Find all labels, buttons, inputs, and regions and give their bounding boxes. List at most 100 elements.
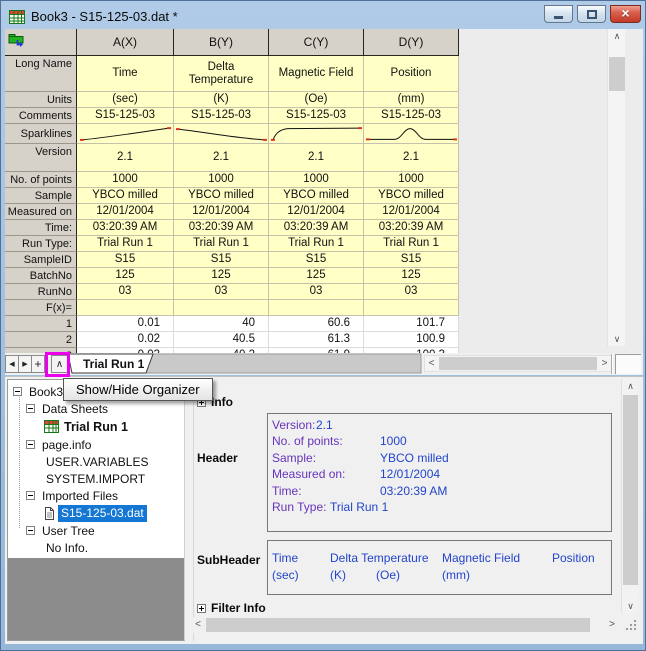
row-header-cell[interactable]: Sample (5, 188, 77, 204)
data-cell[interactable]: 0.02 (77, 332, 174, 348)
data-cell[interactable]: 100.9 (364, 332, 459, 348)
row-header-cell[interactable]: RunNo (5, 284, 77, 300)
data-cell[interactable]: S15-125-03 (77, 108, 174, 124)
row-header-cell[interactable]: BatchNo (5, 268, 77, 284)
worksheet-vertical-scrollbar[interactable] (607, 29, 625, 346)
data-cell[interactable]: S15-125-03 (269, 108, 364, 124)
data-cell[interactable] (364, 300, 459, 316)
tree-item-trial-run-1[interactable]: Trial Run 1 (8, 417, 184, 436)
data-cell[interactable]: (mm) (364, 92, 459, 108)
row-header-cell[interactable]: Measured on (5, 204, 77, 220)
data-cell[interactable] (174, 300, 269, 316)
data-cell[interactable]: 03:20:39 AM (269, 220, 364, 236)
column-header-b[interactable]: B(Y) (174, 29, 269, 56)
organizer-horizontal-scrollbar[interactable] (191, 617, 619, 633)
tree-item-s15-125-03-dat[interactable]: S15-125-03.dat (8, 504, 184, 522)
scrollbar-thumb[interactable] (206, 618, 590, 632)
tree-item-system-import[interactable]: SYSTEM.IMPORT (8, 470, 184, 487)
collapse-minus-icon[interactable] (26, 491, 35, 500)
tree-item-page-info[interactable]: page.info (8, 436, 184, 453)
data-cell[interactable]: 125 (364, 268, 459, 284)
row-header-cell[interactable]: F(x)= (5, 300, 77, 316)
add-sheet-button[interactable]: + (31, 355, 45, 373)
data-cell[interactable]: Trial Run 1 (77, 236, 174, 252)
data-cell[interactable]: 0.01 (77, 316, 174, 332)
corner-select-all-cell[interactable] (5, 29, 77, 56)
scroll-right-icon[interactable] (605, 617, 619, 633)
tree-item-user-tree[interactable]: User Tree (8, 522, 184, 539)
data-cell[interactable]: (Oe) (269, 92, 364, 108)
data-cell[interactable]: 03 (77, 284, 174, 300)
data-cell[interactable]: 2.1 (77, 144, 174, 172)
data-cell[interactable]: S15 (364, 252, 459, 268)
collapse-minus-icon[interactable] (13, 387, 22, 396)
data-cell[interactable]: S15 (269, 252, 364, 268)
scroll-up-icon[interactable] (608, 29, 626, 43)
sparkline-cell[interactable] (269, 124, 364, 144)
data-cell[interactable]: S15-125-03 (174, 108, 269, 124)
sparkline-cell[interactable] (77, 124, 174, 144)
maximize-button[interactable] (577, 5, 606, 23)
tree-item-user-variables[interactable]: USER.VARIABLES (8, 453, 184, 470)
data-cell[interactable]: (sec) (77, 92, 174, 108)
data-cell[interactable]: 03 (174, 284, 269, 300)
data-cell[interactable]: YBCO milled (269, 188, 364, 204)
collapse-minus-icon[interactable] (26, 526, 35, 535)
sheet-tab-label[interactable]: Trial Run 1 (83, 357, 144, 371)
prev-sheet-button[interactable]: ◀ (5, 355, 19, 373)
row-header-cell[interactable]: Sparklines (5, 124, 77, 144)
data-cell[interactable]: 125 (77, 268, 174, 284)
data-cell[interactable]: 60.6 (269, 316, 364, 332)
data-cell[interactable]: YBCO milled (364, 188, 459, 204)
row-header-cell[interactable]: No. of points (5, 172, 77, 188)
row-header-cell[interactable]: Units (5, 92, 77, 108)
organizer-splitter[interactable] (186, 379, 194, 641)
data-cell[interactable]: 2.1 (364, 144, 459, 172)
title-bar[interactable]: Book3 - S15-125-03.dat * (5, 4, 643, 29)
data-cell[interactable]: 40 (174, 316, 269, 332)
column-header-a[interactable]: A(X) (77, 29, 174, 56)
data-cell[interactable]: 61.3 (269, 332, 364, 348)
data-cell[interactable]: S15 (77, 252, 174, 268)
tree-item-no-info[interactable]: No Info. (8, 539, 184, 556)
scroll-right-icon[interactable] (598, 356, 611, 371)
data-cell[interactable]: 2.1 (269, 144, 364, 172)
data-cell[interactable]: 03:20:39 AM (364, 220, 459, 236)
data-cell[interactable]: YBCO milled (174, 188, 269, 204)
scroll-left-icon[interactable] (425, 356, 438, 371)
scrollbar-thumb[interactable] (439, 357, 597, 370)
data-cell[interactable]: 1000 (269, 172, 364, 188)
data-cell[interactable]: 101.7 (364, 316, 459, 332)
data-cell[interactable] (77, 300, 174, 316)
row-header-cell[interactable]: Comments (5, 108, 77, 124)
data-cell[interactable]: 12/01/2004 (77, 204, 174, 220)
scroll-left-icon[interactable] (191, 617, 205, 633)
data-cell[interactable]: 40.5 (174, 332, 269, 348)
data-cell[interactable]: 2.1 (174, 144, 269, 172)
scroll-down-icon[interactable] (608, 332, 626, 346)
data-cell[interactable]: 1000 (174, 172, 269, 188)
collapse-minus-icon[interactable] (26, 440, 35, 449)
row-header-cell[interactable]: Run Type: (5, 236, 77, 252)
data-cell[interactable]: S15 (174, 252, 269, 268)
data-cell[interactable] (269, 300, 364, 316)
tree-item-imported-files[interactable]: Imported Files (8, 487, 184, 504)
scrollbar-thumb[interactable] (623, 395, 638, 585)
row-header-cell[interactable]: 2 (5, 332, 77, 348)
row-header-cell[interactable]: SampleID (5, 252, 77, 268)
data-cell[interactable]: 12/01/2004 (364, 204, 459, 220)
organizer-vertical-scrollbar[interactable] (621, 379, 638, 613)
scroll-up-icon[interactable] (622, 379, 639, 393)
data-cell[interactable]: Delta Temperature (174, 56, 269, 92)
data-cell[interactable]: Trial Run 1 (269, 236, 364, 252)
data-cell[interactable]: Trial Run 1 (174, 236, 269, 252)
data-cell[interactable]: 03:20:39 AM (174, 220, 269, 236)
row-header-cell[interactable]: 1 (5, 316, 77, 332)
data-cell[interactable]: 03 (364, 284, 459, 300)
data-cell[interactable]: S15-125-03 (364, 108, 459, 124)
close-button[interactable] (610, 5, 641, 23)
data-cell[interactable]: Trial Run 1 (364, 236, 459, 252)
tree-item-data-sheets[interactable]: Data Sheets (8, 400, 184, 417)
filter-info-section-toggle[interactable]: Filter Info (197, 601, 266, 615)
collapse-minus-icon[interactable] (26, 404, 35, 413)
